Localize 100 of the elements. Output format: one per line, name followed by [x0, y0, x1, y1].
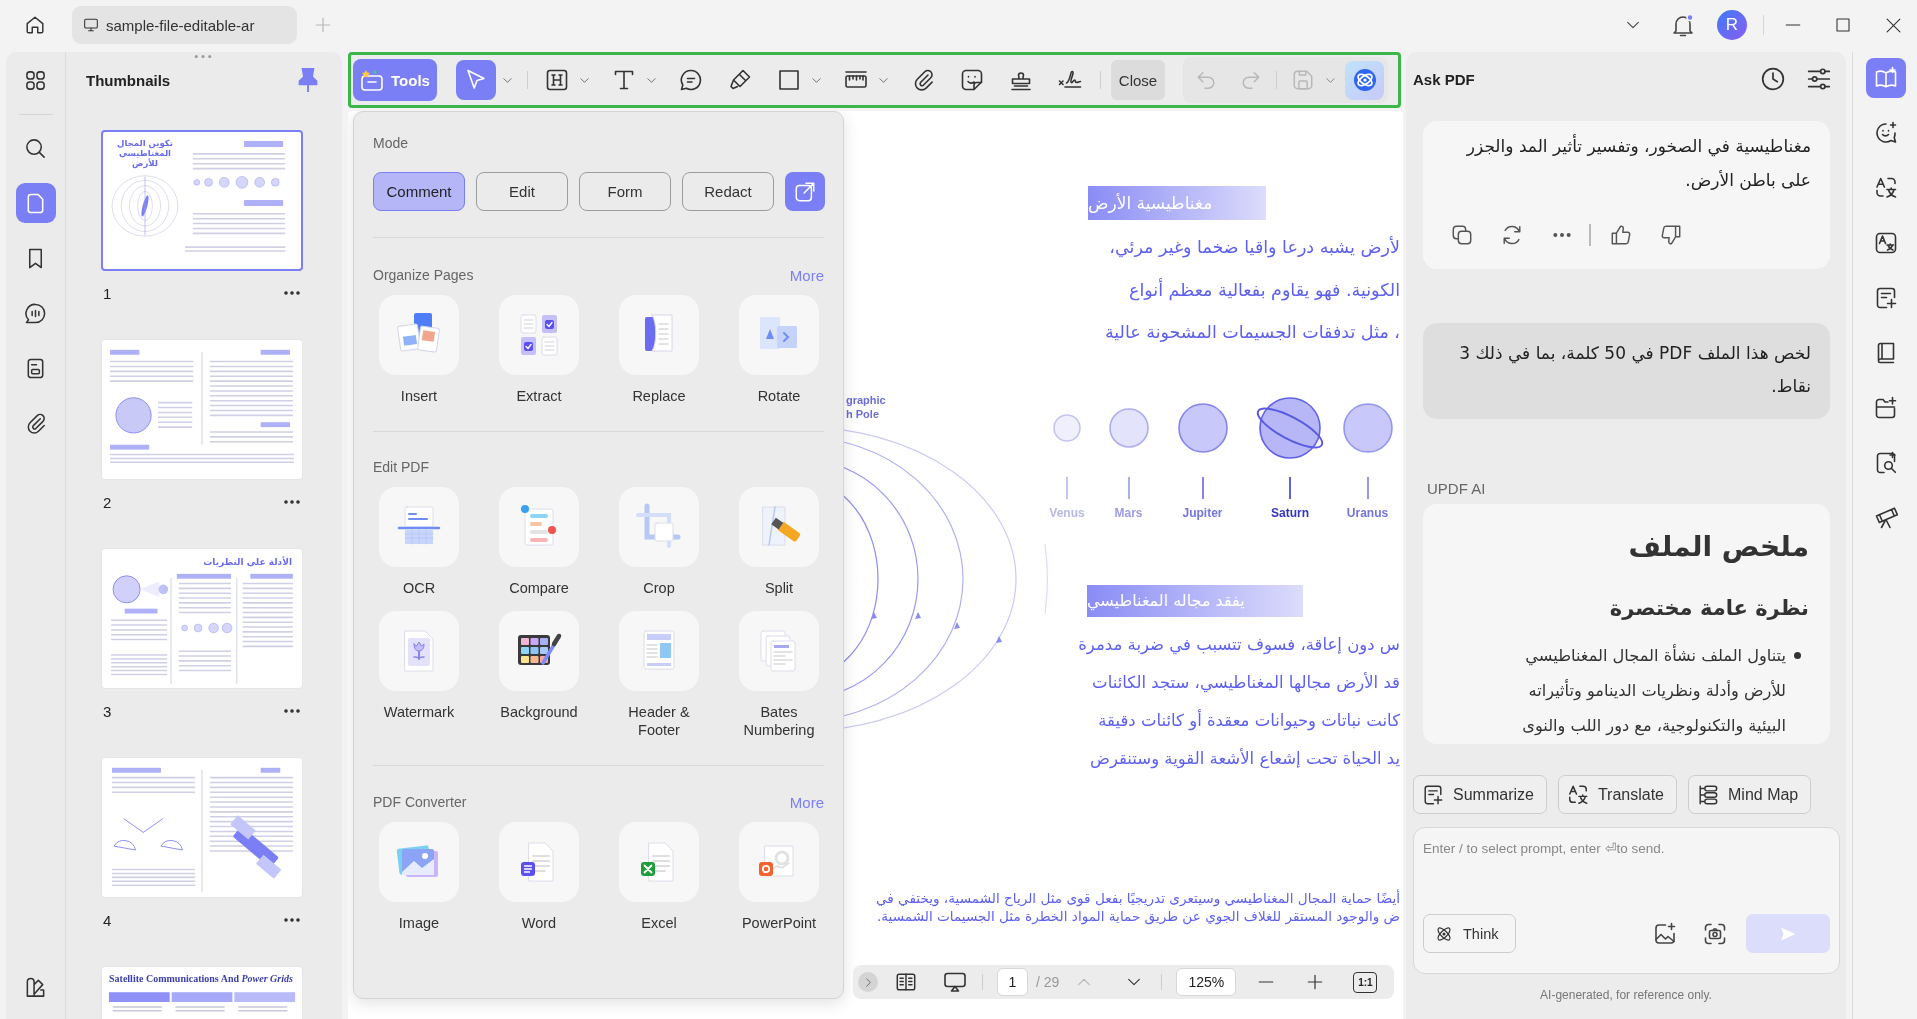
section-title: Edit PDF — [373, 459, 429, 475]
answer-text: مغناطيسية في الصخور، وتفسير تأثير المد والجزر على باطن الأرض. — [1465, 133, 1811, 192]
telescope-icon[interactable] — [1873, 506, 1898, 530]
translate-icon[interactable] — [1873, 176, 1898, 200]
tool-tile-button[interactable]: Word — [479, 822, 599, 932]
color-palette-icon[interactable] — [499, 611, 579, 691]
tool-tile-button[interactable]: Watermark — [359, 611, 479, 739]
page-number: 1 — [102, 284, 112, 302]
translate-icon[interactable] — [1566, 783, 1589, 806]
section-heading: مغناطيسية الأرض — [1088, 186, 1266, 220]
close-icon[interactable] — [1884, 16, 1902, 34]
brush-icon[interactable] — [24, 975, 47, 999]
page-total: / 29 — [1036, 974, 1060, 990]
leader-line — [1289, 476, 1291, 499]
page-thumbnail[interactable]: Satellite Communications And Power Grids — [101, 966, 303, 1019]
thumbnail-title: تكوين المجال المغناطيسي للأرض — [116, 138, 174, 169]
highlighter-icon[interactable] — [728, 68, 752, 92]
thumbnail-title: الأدلة على النظريات — [203, 557, 292, 568]
thumbnail-title: Satellite Communications And Power Grids — [109, 973, 294, 985]
planet-icon — [1053, 413, 1081, 442]
search-icon[interactable] — [24, 136, 47, 160]
planet-label: Saturn — [1271, 504, 1309, 521]
body-text-line: س دون إعاقة، فسوف تتسبب في ضربة مدمرة — [1078, 633, 1400, 657]
ocr-scan-icon[interactable] — [379, 487, 459, 567]
notification-bell-icon[interactable] — [1671, 13, 1695, 37]
tool-tile-button[interactable]: Background — [479, 611, 599, 739]
tool-tile-button[interactable]: Excel — [599, 822, 719, 932]
select-tool-button[interactable] — [456, 60, 496, 100]
think-button[interactable]: Think — [1423, 914, 1516, 953]
section-title: Organize Pages — [373, 267, 474, 283]
text-icon[interactable] — [612, 68, 636, 92]
monitor-icon[interactable] — [83, 17, 99, 33]
comment-icon[interactable] — [24, 301, 47, 325]
ai-orbit-icon[interactable] — [1351, 67, 1378, 93]
planet-label: Uranus — [1346, 504, 1389, 521]
tool-tile-button[interactable]: Replace — [599, 295, 719, 405]
maximize-icon[interactable] — [1835, 17, 1851, 33]
folder-plus-icon[interactable] — [1873, 396, 1898, 420]
presentation-screen-icon[interactable] — [943, 970, 967, 994]
page-thumbnail[interactable]: تكوين المجال المغناطيسي للأرض — [101, 130, 303, 271]
open-in-new-button[interactable] — [785, 172, 825, 211]
panel-title: Ask PDF — [1413, 70, 1475, 88]
tool-tile-button[interactable]: Bates Numbering — [719, 611, 839, 739]
mind-map-icon[interactable] — [1697, 783, 1719, 806]
heading-icon[interactable] — [545, 68, 569, 92]
message-text: لخص هذا الملف PDF في 50 كلمة، بما في ذلك 3 نقاط. — [1458, 342, 1811, 398]
excel-document-icon[interactable] — [619, 822, 699, 902]
mode-button[interactable]: Form — [579, 172, 671, 211]
translate-button[interactable]: Translate — [1557, 775, 1677, 814]
insert-pages-icon[interactable] — [379, 295, 459, 375]
tool-tile-button[interactable]: Image — [359, 822, 479, 932]
mode-button[interactable]: Comment — [373, 172, 465, 211]
prompt-field[interactable]: Enter / to select prompt, enter ⏎to send. — [1414, 828, 1839, 914]
cursor-icon[interactable] — [464, 68, 488, 92]
leader-line — [1366, 476, 1369, 499]
body-text-line: الكونية. فهو يقاوم بفعالية معظم أنواع — [1129, 277, 1400, 303]
atom-icon[interactable] — [1435, 924, 1453, 943]
close-tools-button[interactable]: Close — [1111, 60, 1165, 100]
mode-button[interactable]: Redact — [682, 172, 774, 211]
home-icon[interactable] — [24, 14, 46, 36]
tool-tile-button[interactable]: Extract — [479, 295, 599, 405]
open-book-plus-icon[interactable] — [1873, 66, 1898, 90]
open-in-new-icon[interactable] — [794, 180, 816, 203]
comment-icon[interactable] — [679, 68, 703, 92]
replace-page-icon[interactable] — [619, 295, 699, 375]
translate-box-icon[interactable] — [1873, 231, 1898, 255]
powerpoint-document-icon[interactable] — [739, 822, 819, 902]
user-avatar[interactable]: R — [1717, 10, 1747, 40]
tool-tile-button[interactable]: Header & Footer — [599, 611, 719, 739]
mode-button[interactable]: Edit — [476, 172, 568, 211]
tool-tile-button[interactable]: OCR — [359, 487, 479, 597]
tool-tile-button[interactable]: PowerPoint — [719, 822, 839, 932]
zoom-field[interactable]: 125% — [1176, 968, 1237, 996]
smiley-chat-icon[interactable] — [1873, 121, 1898, 145]
leader-line — [1066, 476, 1068, 499]
section-title: Mode — [373, 135, 410, 151]
tool-tile-button[interactable]: Split — [719, 487, 839, 597]
word-document-icon[interactable] — [499, 822, 579, 902]
drag-handle-icon[interactable] — [194, 54, 212, 59]
tool-tile-button[interactable]: Compare — [479, 487, 599, 597]
document-plus-icon[interactable] — [1422, 783, 1444, 806]
tool-tile-button[interactable]: Insert — [359, 295, 479, 405]
summarize-button[interactable]: Summarize — [1413, 775, 1547, 814]
page-number: 4 — [102, 911, 112, 929]
body-text-line: كانت نباتات وحيوانات معقدة أو كائنات دقيقة — [1098, 708, 1400, 733]
planet-label: Jupiter — [1182, 504, 1223, 521]
grid-icon[interactable] — [24, 68, 47, 92]
tool-tile-button[interactable]: Crop — [599, 487, 719, 597]
rectangle-icon[interactable] — [777, 68, 801, 92]
prompt-box[interactable]: Enter / to select prompt, enter ⏎to send. Think — [1413, 827, 1840, 974]
actual-size-button[interactable]: 1:1 — [1353, 971, 1378, 993]
ai-assistant-button[interactable] — [1345, 60, 1384, 100]
page-number-field[interactable]: 1 — [997, 968, 1028, 996]
document-tab[interactable]: sample-file-editable-ar — [72, 6, 297, 44]
smiley-face-icon[interactable] — [960, 68, 984, 92]
page-thumbnail[interactable]: الأدلة على النظريات — [101, 548, 303, 689]
tool-tile-button[interactable]: Rotate — [719, 295, 839, 405]
mind-map-button[interactable]: Mind Map — [1688, 775, 1812, 814]
toolbox-icon[interactable] — [360, 69, 385, 91]
answer-heading: ملخص الملف — [1627, 529, 1809, 565]
